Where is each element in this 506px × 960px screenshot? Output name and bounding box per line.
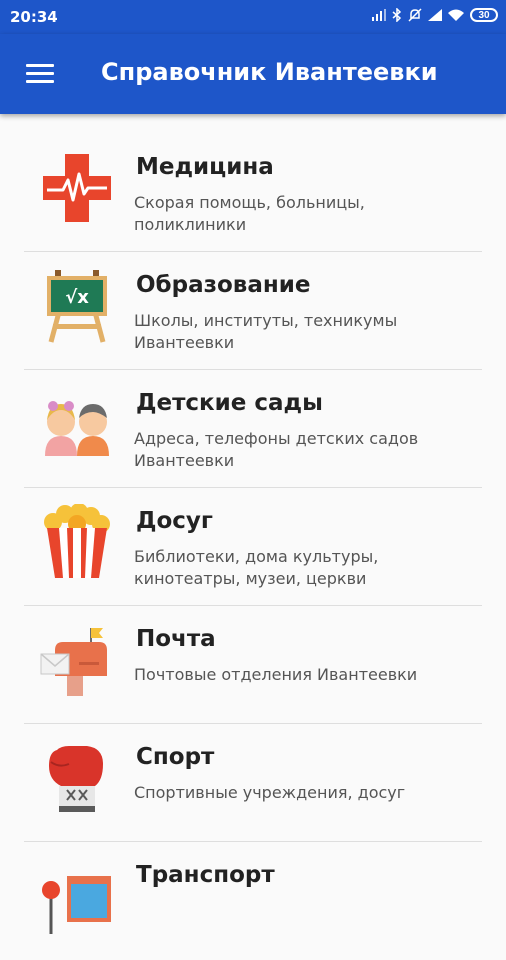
boxing-glove-icon — [49, 746, 103, 812]
mailbox-icon — [40, 628, 107, 696]
category-title: Образование — [136, 272, 311, 298]
children-icon — [45, 401, 109, 456]
category-leisure[interactable]: Досуг Библиотеки, дома культуры, кинотеа… — [0, 488, 506, 606]
category-list: Медицина Скорая помощь, больницы, поликл… — [0, 134, 506, 960]
app-title: Справочник Ивантеевки — [101, 58, 438, 86]
wifi-icon — [448, 9, 464, 21]
category-title: Почта — [136, 626, 216, 652]
category-description: Почтовые отделения Ивантеевки — [134, 665, 418, 684]
status-time: 20:34 — [10, 8, 58, 26]
category-kindergartens[interactable]: Детские сады Адреса, телефоны детских са… — [0, 370, 506, 488]
mute-icon — [408, 8, 422, 22]
category-description: Школы, институты, техникумы Ивантеевки — [134, 311, 398, 352]
bus-stop-icon — [42, 876, 111, 934]
category-title: Транспорт — [136, 862, 275, 888]
medicine-cross-icon — [43, 154, 111, 222]
status-bar: 20:34 30 — [0, 0, 506, 34]
category-education[interactable]: √x Образование Школы, институты, технику… — [0, 252, 506, 370]
category-description: Библиотеки, дома культуры, кинотеатры, м… — [134, 547, 379, 588]
svg-text:√x: √x — [65, 287, 89, 308]
status-icons: 30 — [372, 8, 498, 22]
category-description: Адреса, телефоны детских садов Ивантеевк… — [134, 429, 419, 470]
category-description: Скорая помощь, больницы, поликлиники — [134, 193, 365, 234]
bluetooth-icon — [392, 8, 402, 22]
menu-button[interactable] — [26, 64, 54, 84]
category-medicine[interactable]: Медицина Скорая помощь, больницы, поликл… — [0, 134, 506, 252]
category-transport[interactable]: Транспорт — [0, 842, 506, 960]
category-post[interactable]: Почта Почтовые отделения Ивантеевки — [0, 606, 506, 724]
category-title: Детские сады — [136, 390, 323, 416]
signal-icon — [372, 9, 386, 21]
category-sport[interactable]: Спорт Спортивные учреждения, досуг — [0, 724, 506, 842]
signal-bars-icon — [428, 9, 442, 21]
app-bar: Справочник Ивантеевки — [0, 34, 506, 114]
category-title: Медицина — [136, 154, 274, 180]
category-title: Досуг — [136, 508, 213, 534]
popcorn-icon — [44, 504, 110, 578]
chalkboard-icon: √x — [47, 270, 107, 343]
category-description: Спортивные учреждения, досуг — [134, 783, 406, 802]
battery-icon: 30 — [470, 8, 498, 22]
category-title: Спорт — [136, 744, 215, 770]
